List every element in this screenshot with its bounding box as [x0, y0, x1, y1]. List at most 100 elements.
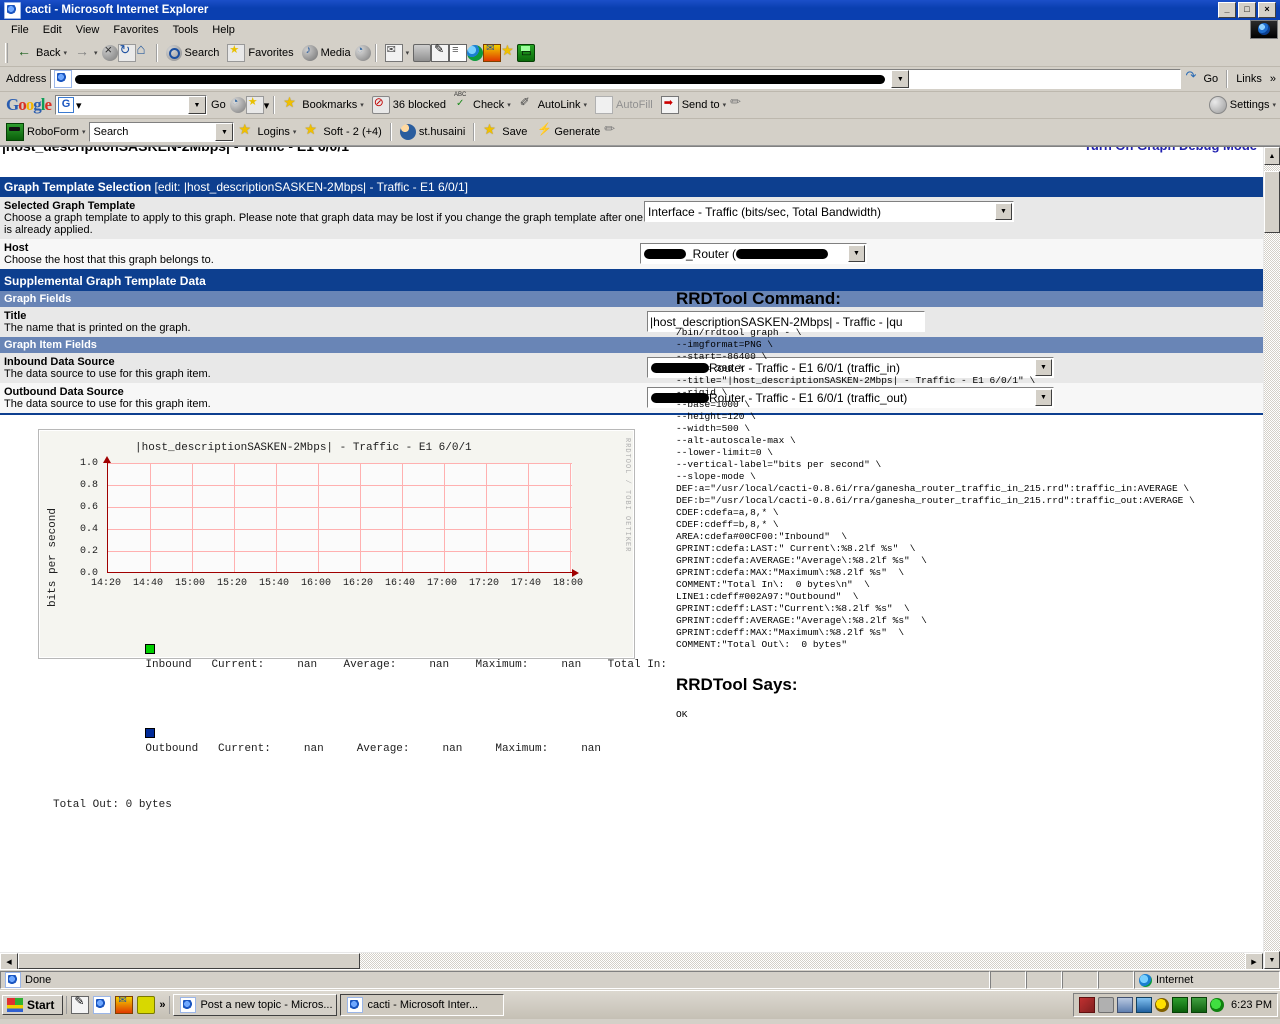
tray-monitor-icon[interactable] — [1136, 997, 1153, 1013]
menu-item-help[interactable]: Help — [205, 22, 242, 38]
taskbar-item-post-topic[interactable]: Post a new topic - Micros... — [173, 994, 338, 1016]
menu-item-tools[interactable]: Tools — [166, 22, 206, 38]
chevron-down-icon[interactable]: ▾ — [264, 99, 270, 112]
hscroll-thumb[interactable] — [18, 953, 360, 969]
quicklaunch-clock-icon[interactable] — [137, 996, 156, 1014]
chevron-down-icon[interactable]: ▾ — [94, 49, 98, 57]
back-button[interactable]: Back ▾ — [13, 43, 71, 63]
roboform-save-button[interactable]: Save — [479, 121, 531, 142]
address-dropdown-button[interactable]: ▼ — [891, 70, 910, 88]
green-panel-icon[interactable] — [517, 44, 536, 62]
chevron-down-icon[interactable]: ▾ — [1272, 101, 1276, 109]
chevron-down-icon[interactable]: ▾ — [507, 101, 511, 109]
quicklaunch-chevron-icon[interactable]: » — [159, 999, 165, 1011]
chevron-down-icon[interactable]: ▾ — [584, 101, 588, 109]
tray-volume-icon[interactable] — [1098, 997, 1115, 1013]
chevron-down-icon[interactable]: ▼ — [995, 203, 1012, 220]
autolink-icon — [519, 95, 535, 113]
stop-icon[interactable] — [101, 42, 118, 61]
star-icon[interactable] — [501, 42, 517, 61]
minimize-button[interactable]: _ — [1218, 2, 1236, 18]
graph-debug-link[interactable]: Turn On Graph Debug Mode — [1084, 147, 1257, 153]
start-button[interactable]: Start — [2, 995, 64, 1015]
google-settings-button[interactable]: Settings ▾ — [1205, 94, 1280, 116]
menu-item-edit[interactable]: Edit — [36, 22, 69, 38]
chevron-down-icon[interactable]: ▾ — [293, 128, 297, 136]
msn-messenger-icon[interactable] — [483, 43, 502, 62]
chevron-down-icon[interactable]: ▾ — [63, 49, 67, 57]
roboform-button[interactable]: RoboForm ▾ — [2, 121, 89, 143]
go-button[interactable]: Go — [1181, 68, 1223, 89]
mail-button[interactable]: ▾ — [381, 42, 414, 64]
hscroll-left-button[interactable]: ◀ — [0, 953, 18, 969]
roboform-generate-button[interactable]: Generate — [531, 122, 604, 142]
host-select[interactable]: _Router ( ▼ — [640, 243, 867, 264]
roboform-search-input[interactable]: Search ▼ — [89, 122, 235, 142]
media-button[interactable]: Media — [298, 43, 355, 63]
tray-antivirus-icon[interactable] — [1155, 998, 1170, 1012]
popup-blocker-button[interactable]: 36 blocked — [368, 94, 450, 116]
refresh-icon[interactable] — [117, 42, 136, 62]
hscroll-track[interactable] — [360, 953, 1245, 969]
quicklaunch-ie-icon[interactable] — [93, 996, 112, 1014]
send-to-button[interactable]: Send to ▾ — [657, 94, 730, 116]
forward-button[interactable]: ▾ — [71, 43, 102, 63]
roboform-identity-button[interactable]: st.husaini — [396, 122, 469, 142]
taskbar-clock[interactable]: 6:23 PM — [1227, 999, 1272, 1011]
roboform-logins-button[interactable]: Logins ▾ — [234, 121, 300, 142]
chevron-down-icon[interactable]: ▾ — [406, 49, 410, 57]
bookmarks-button[interactable]: Bookmarks ▾ — [279, 94, 368, 115]
edit-icon[interactable] — [431, 42, 450, 62]
roboform-soft-button[interactable]: Soft - 2 (+4) — [300, 121, 385, 142]
google-history-icon[interactable] — [229, 96, 246, 113]
spellcheck-icon — [454, 92, 470, 113]
vscroll-thumb[interactable] — [1264, 171, 1280, 233]
menu-item-file[interactable]: File — [4, 22, 36, 38]
roboform-search-dropdown[interactable]: ▼ — [215, 123, 234, 141]
links-label[interactable]: Links — [1232, 73, 1266, 85]
google-history-button[interactable]: ▼ — [188, 96, 207, 114]
favorites-button[interactable]: Favorites — [223, 42, 297, 64]
tray-speaker-icon[interactable] — [1191, 997, 1208, 1013]
discuss-icon[interactable] — [449, 44, 468, 62]
menu-item-favorites[interactable]: Favorites — [106, 22, 165, 38]
vscroll-track-bottom[interactable] — [1264, 233, 1280, 951]
hscroll-right-button[interactable]: ▶ — [1245, 953, 1263, 969]
google-go-button[interactable]: Go — [207, 97, 230, 113]
graph-template-select[interactable]: Interface - Traffic (bits/sec, Total Ban… — [644, 201, 1014, 222]
quicklaunch-messenger-icon[interactable] — [115, 995, 134, 1014]
search-button[interactable]: Search — [162, 43, 224, 63]
spell-check-button[interactable]: Check ▾ — [450, 92, 515, 115]
close-button[interactable]: × — [1258, 2, 1276, 18]
tray-display-icon[interactable] — [1117, 997, 1134, 1013]
menu-item-view[interactable]: View — [69, 22, 107, 38]
autolink-button[interactable]: AutoLink ▾ — [515, 95, 591, 115]
taskbar-item-cacti[interactable]: cacti - Microsoft Inter... — [340, 994, 505, 1016]
quicklaunch-notepad-icon[interactable] — [71, 994, 90, 1014]
chevron-down-icon[interactable]: ▼ — [848, 245, 865, 262]
links-chevron-icon[interactable]: » — [1266, 73, 1280, 85]
google-search-input[interactable]: G ▾ ▼ — [55, 95, 208, 115]
legend-average-label-outbound: Average: — [356, 743, 410, 755]
chevron-down-icon[interactable]: ▾ — [82, 128, 86, 136]
print-icon[interactable] — [413, 44, 432, 62]
chevron-down-icon[interactable]: ▾ — [76, 99, 82, 112]
vertical-scrollbar[interactable]: ▲ ▼ — [1263, 147, 1280, 969]
chevron-down-icon[interactable]: ▾ — [723, 101, 727, 109]
vscroll-down-button[interactable]: ▼ — [1264, 951, 1280, 969]
tray-network-icon[interactable] — [1079, 997, 1096, 1013]
toolbar-grip[interactable] — [5, 43, 10, 63]
google-bookmark-icon[interactable] — [245, 95, 264, 114]
chevron-down-icon[interactable]: ▾ — [360, 101, 364, 109]
horizontal-scrollbar[interactable]: ◀ ▶ — [0, 952, 1263, 969]
tray-sync-icon[interactable] — [1210, 998, 1225, 1012]
address-input[interactable]: ▼ — [50, 69, 1181, 89]
roboform-pen-icon[interactable] — [604, 121, 620, 140]
vscroll-up-button[interactable]: ▲ — [1264, 147, 1280, 165]
maximize-button[interactable]: □ — [1238, 2, 1256, 18]
home-icon[interactable] — [136, 41, 152, 61]
tray-roboform-icon[interactable] — [1172, 997, 1189, 1013]
history-icon[interactable] — [354, 44, 371, 61]
globe-icon[interactable] — [467, 45, 484, 61]
highlight-icon[interactable] — [730, 94, 746, 113]
